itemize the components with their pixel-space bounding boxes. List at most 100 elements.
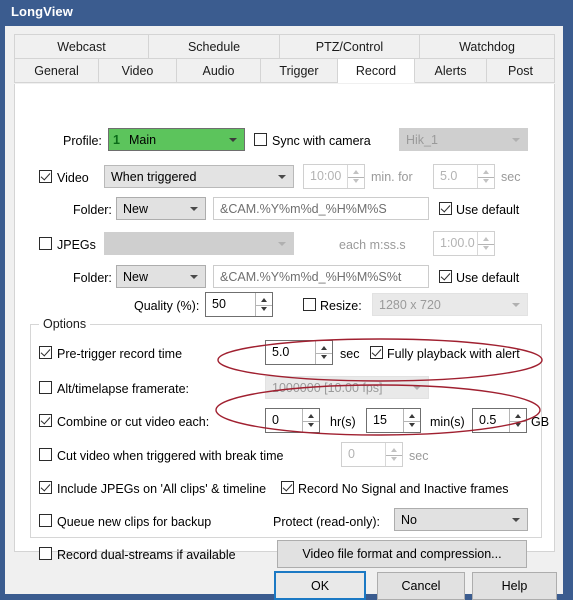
video-duration-spinner[interactable]: 5.0 xyxy=(433,164,495,189)
cut-on-trigger-spinner[interactable]: 0 xyxy=(341,442,403,467)
title-bar: LongView xyxy=(0,0,573,26)
cut-on-trigger-checkbox[interactable] xyxy=(39,448,52,461)
chevron-down-icon xyxy=(413,386,421,390)
video-duration-value: 5.0 xyxy=(440,169,458,183)
video-file-format-button[interactable]: Video file format and compression... xyxy=(277,540,527,568)
jpegs-each-label: each m:ss.s xyxy=(339,238,406,252)
video-folder-use-default-checkbox[interactable] xyxy=(439,202,452,215)
video-folder-mode-combo[interactable]: New xyxy=(116,197,206,220)
ok-button[interactable]: OK xyxy=(274,571,366,600)
cut-on-trigger-value: 0 xyxy=(348,447,355,461)
spinner-arrows-icon[interactable] xyxy=(255,293,272,316)
spinner-arrows-icon[interactable] xyxy=(477,165,494,188)
dual-streams-checkbox[interactable] xyxy=(39,547,52,560)
video-folder-use-default-label: Use default xyxy=(456,203,520,217)
quality-label: Quality (%): xyxy=(134,299,200,313)
tab-general[interactable]: General xyxy=(14,58,99,83)
pretrigger-checkbox[interactable] xyxy=(39,346,52,359)
video-checkbox[interactable] xyxy=(39,170,52,183)
video-mode-combo[interactable]: When triggered xyxy=(104,165,294,188)
resize-checkbox[interactable] xyxy=(303,298,316,311)
jpegs-each-spinner[interactable]: 1:00.0 xyxy=(433,231,495,256)
combine-minutes-value: 15 xyxy=(373,413,387,427)
tab-post[interactable]: Post xyxy=(487,58,555,83)
cut-on-trigger-unit: sec xyxy=(409,449,429,463)
tab-record[interactable]: Record xyxy=(338,58,415,83)
jpeg-folder-pattern-input[interactable]: &CAM.%Y%m%d_%H%M%S%t xyxy=(213,265,429,288)
profile-index: 1 xyxy=(113,132,120,147)
fully-playback-checkbox[interactable] xyxy=(370,346,383,359)
tab-webcast[interactable]: Webcast xyxy=(14,34,149,59)
options-group-title: Options xyxy=(39,317,91,331)
spinner-arrows-icon[interactable] xyxy=(509,409,526,432)
spinner-arrows-icon[interactable] xyxy=(477,232,494,255)
application-window: LongView Webcast Schedule PTZ/Control Wa… xyxy=(0,0,573,600)
record-nosignal-label: Record No Signal and Inactive frames xyxy=(298,482,509,496)
combine-checkbox[interactable] xyxy=(39,414,52,427)
window-title: LongView xyxy=(11,4,73,19)
jpegs-mode-combo[interactable] xyxy=(104,232,294,255)
video-label: Video xyxy=(57,171,89,185)
spinner-arrows-icon[interactable] xyxy=(315,341,332,364)
jpeg-folder-use-default-label: Use default xyxy=(456,271,520,285)
spinner-arrows-icon[interactable] xyxy=(403,409,420,432)
pretrigger-label: Pre-trigger record time xyxy=(57,347,183,361)
jpeg-folder-use-default-checkbox[interactable] xyxy=(439,270,452,283)
fully-playback-label: Fully playback with alert xyxy=(387,347,520,361)
spinner-arrows-icon[interactable] xyxy=(302,409,319,432)
jpegs-label: JPEGs xyxy=(57,238,96,252)
tab-alerts[interactable]: Alerts xyxy=(415,58,487,83)
help-button[interactable]: Help xyxy=(472,572,557,600)
pretrigger-value: 5.0 xyxy=(272,345,290,359)
cut-on-trigger-label: Cut video when triggered with break time xyxy=(57,449,284,463)
record-nosignal-checkbox[interactable] xyxy=(281,481,294,494)
spinner-arrows-icon[interactable] xyxy=(385,443,402,466)
profile-combo[interactable]: 1 Main xyxy=(108,128,245,151)
spinner-arrows-icon[interactable] xyxy=(347,165,364,188)
quality-value: 50 xyxy=(212,297,226,311)
include-jpegs-checkbox[interactable] xyxy=(39,481,52,494)
record-tab-page: Profile: 1 Main Sync with camera Hik_1 V… xyxy=(14,84,555,568)
pretrigger-spinner[interactable]: 5.0 xyxy=(265,340,333,365)
jpegs-checkbox[interactable] xyxy=(39,237,52,250)
protect-combo[interactable]: No xyxy=(394,508,528,531)
resize-combo[interactable]: 1280 x 720 xyxy=(372,293,528,316)
include-jpegs-label: Include JPEGs on 'All clips' & timeline xyxy=(57,482,267,496)
pretrigger-unit: sec xyxy=(340,347,360,361)
chevron-down-icon xyxy=(190,207,198,211)
quality-spinner[interactable]: 50 xyxy=(205,292,273,317)
tab-audio[interactable]: Audio xyxy=(177,58,261,83)
tab-video[interactable]: Video xyxy=(99,58,177,83)
combine-size-value: 0.5 xyxy=(479,413,497,427)
tab-trigger[interactable]: Trigger xyxy=(261,58,338,83)
cancel-button[interactable]: Cancel xyxy=(377,572,465,600)
jpeg-folder-mode-value: New xyxy=(123,269,149,284)
combine-size-unit: GB xyxy=(531,415,550,429)
combine-minutes-spinner[interactable]: 15 xyxy=(366,408,421,433)
alt-framerate-combo[interactable]: 1000000 [10.00 fps] xyxy=(265,376,429,399)
video-mode-value: When triggered xyxy=(111,169,197,184)
combine-size-spinner[interactable]: 0.5 xyxy=(472,408,527,433)
jpeg-folder-mode-combo[interactable]: New xyxy=(116,265,206,288)
queue-backup-label: Queue new clips for backup xyxy=(57,515,212,529)
tab-schedule[interactable]: Schedule xyxy=(149,34,280,59)
resize-value: 1280 x 720 xyxy=(379,297,441,312)
dual-streams-label: Record dual-streams if available xyxy=(57,548,236,562)
profile-label: Profile: xyxy=(63,134,102,148)
jpeg-folder-label: Folder: xyxy=(73,271,112,285)
profile-value: Main xyxy=(128,132,157,147)
camera-combo[interactable]: Hik_1 xyxy=(399,128,528,151)
video-duration-unit: sec xyxy=(501,170,521,184)
combine-hours-spinner[interactable]: 0 xyxy=(265,408,320,433)
tab-ptz-control[interactable]: PTZ/Control xyxy=(280,34,420,59)
video-interval-spinner[interactable]: 10:00 xyxy=(303,164,365,189)
combine-label: Combine or cut video each: xyxy=(57,415,210,429)
alt-framerate-checkbox[interactable] xyxy=(39,381,52,394)
protect-label: Protect (read-only): xyxy=(273,515,380,529)
queue-backup-checkbox[interactable] xyxy=(39,514,52,527)
tab-strip: Webcast Schedule PTZ/Control Watchdog Ge… xyxy=(14,34,555,83)
sync-with-camera-checkbox[interactable] xyxy=(254,133,267,146)
video-folder-pattern-input[interactable]: &CAM.%Y%m%d_%H%M%S xyxy=(213,197,429,220)
tab-watchdog[interactable]: Watchdog xyxy=(420,34,555,59)
chevron-down-icon xyxy=(512,303,520,307)
